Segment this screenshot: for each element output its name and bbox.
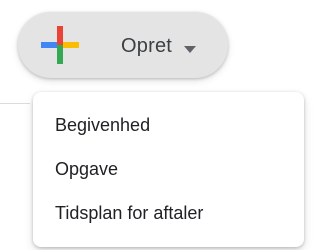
plus-icon [41,26,79,64]
create-menu: Begivenhed Opgave Tidsplan for aftaler [33,92,304,247]
caret-down-icon [184,41,196,53]
menu-item-event[interactable]: Begivenhed [33,103,304,147]
menu-item-task[interactable]: Opgave [33,147,304,191]
menu-item-label: Begivenhed [55,114,151,135]
menu-item-appointment-schedule[interactable]: Tidsplan for aftaler [33,191,304,235]
divider [0,103,30,104]
calendar-create-area: Opret Begivenhed Opgave Tidsplan for aft… [0,0,307,250]
menu-item-label: Opgave [55,158,119,179]
create-button[interactable]: Opret [18,12,228,78]
menu-item-label: Tidsplan for aftaler [55,202,204,223]
create-button-label: Opret [121,35,173,57]
